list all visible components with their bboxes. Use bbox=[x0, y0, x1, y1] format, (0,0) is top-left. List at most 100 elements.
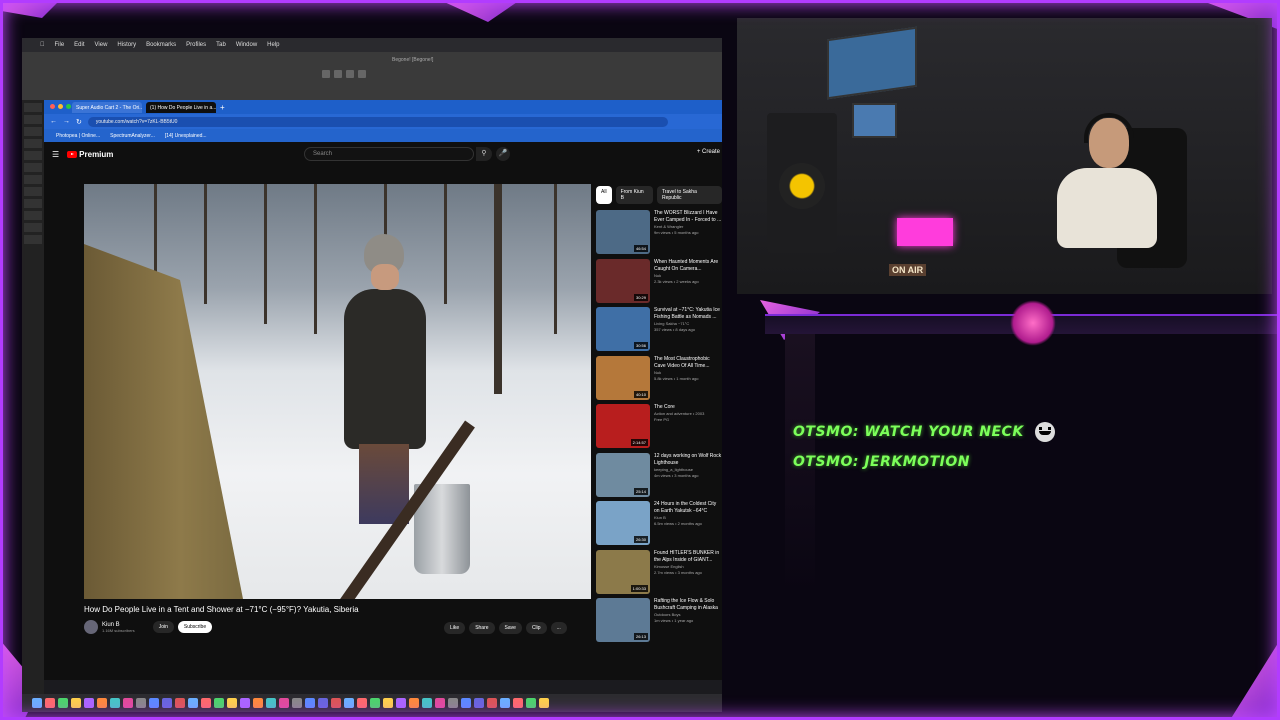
dock-app-icon[interactable] bbox=[305, 698, 315, 708]
recommendation-item[interactable]: 26:30 24 Hours in the Coldest City on Ear… bbox=[596, 501, 722, 549]
browser-tab-active[interactable]: (1) How Do People Live in a... bbox=[146, 101, 216, 113]
join-button[interactable]: Join bbox=[152, 621, 174, 633]
dock-app-icon[interactable] bbox=[539, 698, 549, 708]
dock-app-icon[interactable] bbox=[175, 698, 185, 708]
like-button[interactable]: Like bbox=[444, 622, 466, 634]
menu-bookmarks[interactable]: Bookmarks bbox=[146, 42, 176, 48]
dock-app-icon[interactable] bbox=[370, 698, 380, 708]
dock-app-icon[interactable] bbox=[227, 698, 237, 708]
thumbnail-image[interactable]: 26:13 bbox=[596, 598, 650, 642]
subscribe-button[interactable]: Subscribe bbox=[177, 621, 213, 633]
hamburger-menu-icon[interactable]: ☰ bbox=[52, 150, 59, 159]
recommendation-item[interactable]: 2:14:57 The Core Action and adventure • 20… bbox=[596, 404, 722, 452]
back-icon[interactable]: ← bbox=[50, 118, 57, 125]
search-icon[interactable]: ⚲ bbox=[476, 147, 492, 161]
recommendation-item[interactable]: 25:14 12 days working on Wolf Rock Lighth… bbox=[596, 452, 722, 501]
create-button[interactable]: + Create bbox=[697, 149, 720, 155]
dock-app-icon[interactable] bbox=[344, 698, 354, 708]
recommendation-item[interactable]: 26:13 Rafting the Ice Flow & Solo Bushcra… bbox=[596, 598, 722, 646]
dock-app-icon[interactable] bbox=[214, 698, 224, 708]
menu-view[interactable]: View bbox=[95, 42, 108, 48]
dock-app-icon[interactable] bbox=[318, 698, 328, 708]
dock-app-icon[interactable] bbox=[266, 698, 276, 708]
menu-tab[interactable]: Tab bbox=[216, 42, 226, 48]
thumbnail-image[interactable]: 30:56 bbox=[596, 307, 650, 351]
menu-profiles[interactable]: Profiles bbox=[186, 42, 206, 48]
forward-icon[interactable]: → bbox=[63, 118, 70, 125]
recommendation-item[interactable]: 46:54 The WORST Blizzard I Have Ever Camp… bbox=[596, 210, 722, 258]
dock-app-icon[interactable] bbox=[149, 698, 159, 708]
more-button[interactable]: ... bbox=[550, 622, 567, 634]
url-field[interactable]: youtube.com/watch?v=7zKL-BB5tU0 bbox=[87, 116, 668, 127]
dock-app-icon[interactable] bbox=[448, 698, 458, 708]
play-icon[interactable] bbox=[334, 70, 342, 78]
dock-app-icon[interactable] bbox=[513, 698, 523, 708]
menu-window[interactable]: Window bbox=[236, 42, 257, 48]
dock-app-icon[interactable] bbox=[331, 698, 341, 708]
dock-app-icon[interactable] bbox=[201, 698, 211, 708]
dock-app-icon[interactable] bbox=[253, 698, 263, 708]
dock-app-icon[interactable] bbox=[422, 698, 432, 708]
recommendation-title[interactable]: Found HITLER'S BUNKER in the Alps Inside… bbox=[654, 550, 722, 564]
dock-app-icon[interactable] bbox=[279, 698, 289, 708]
dock-app-icon[interactable] bbox=[357, 698, 367, 708]
thumbnail-image[interactable]: 1:00:33 bbox=[596, 549, 650, 594]
chip-from-channel[interactable]: From Kiun B bbox=[615, 186, 654, 204]
recommendation-title[interactable]: Rafting the Ice Flow & Solo Bushcraft Ca… bbox=[654, 598, 722, 612]
recommendation-title[interactable]: The Most Claustrophobic Cave Video Of Al… bbox=[654, 356, 722, 370]
rewind-icon[interactable] bbox=[322, 70, 330, 78]
dock-app-icon[interactable] bbox=[110, 698, 120, 708]
recommendation-item[interactable]: 40:10 The Most Claustrophobic Cave Video … bbox=[596, 355, 722, 404]
thumbnail-image[interactable]: 46:54 bbox=[596, 210, 650, 254]
recommendation-title[interactable]: When Haunted Moments Are Caught On Camer… bbox=[654, 259, 722, 273]
dock-app-icon[interactable] bbox=[188, 698, 198, 708]
dock-app-icon[interactable] bbox=[461, 698, 471, 708]
dock-app-icon[interactable] bbox=[487, 698, 497, 708]
bookmark-item[interactable]: Photopea | Online... bbox=[56, 133, 100, 139]
share-button[interactable]: Share bbox=[469, 622, 495, 634]
dock-app-icon[interactable] bbox=[136, 698, 146, 708]
dock-app-icon[interactable] bbox=[383, 698, 393, 708]
dock-app-icon[interactable] bbox=[97, 698, 107, 708]
dock-app-icon[interactable] bbox=[526, 698, 536, 708]
microphone-icon[interactable]: 🎤 bbox=[496, 147, 510, 161]
thumbnail-image[interactable]: 2:14:57 bbox=[596, 404, 650, 448]
dock-app-icon[interactable] bbox=[45, 698, 55, 708]
dock-app-icon[interactable] bbox=[162, 698, 172, 708]
recommendation-title[interactable]: The Core bbox=[654, 404, 722, 411]
video-player[interactable] bbox=[84, 184, 591, 599]
dock-app-icon[interactable] bbox=[123, 698, 133, 708]
chip-travel[interactable]: Travel to Sakha Republic bbox=[657, 186, 722, 204]
search-input[interactable]: Search bbox=[304, 147, 474, 161]
dock-app-icon[interactable] bbox=[500, 698, 510, 708]
thumbnail-image[interactable]: 40:10 bbox=[596, 355, 650, 400]
browser-tab[interactable]: Super Audio Cart 2 - The Ori... bbox=[72, 101, 142, 113]
dock-app-icon[interactable] bbox=[84, 698, 94, 708]
dock-app-icon[interactable] bbox=[292, 698, 302, 708]
record-icon[interactable] bbox=[358, 70, 366, 78]
dock-app-icon[interactable] bbox=[58, 698, 68, 708]
close-window-icon[interactable] bbox=[50, 104, 55, 109]
menu-file[interactable]: File bbox=[55, 42, 65, 48]
thumbnail-image[interactable]: 30:29 bbox=[596, 258, 650, 303]
recommendation-item[interactable]: 30:56 Survival at −71°C: Yakutia Ice Fish… bbox=[596, 307, 722, 355]
menu-edit[interactable]: Edit bbox=[74, 42, 84, 48]
recommendation-title[interactable]: Survival at −71°C: Yakutia Ice Fishing B… bbox=[654, 307, 722, 321]
clip-button[interactable]: Clip bbox=[525, 622, 547, 634]
apple-icon[interactable]:  bbox=[40, 42, 45, 48]
stop-icon[interactable] bbox=[346, 70, 354, 78]
dock-app-icon[interactable] bbox=[396, 698, 406, 708]
new-tab-icon[interactable]: + bbox=[220, 103, 225, 112]
chip-all[interactable]: All bbox=[596, 186, 612, 204]
bookmark-item[interactable]: [14] Unexplained... bbox=[165, 133, 207, 139]
thumbnail-image[interactable]: 26:30 bbox=[596, 501, 650, 545]
recommendation-title[interactable]: 12 days working on Wolf Rock Lighthouse bbox=[654, 453, 722, 467]
maximize-window-icon[interactable] bbox=[66, 104, 71, 109]
recommendation-title[interactable]: The WORST Blizzard I Have Ever Camped In… bbox=[654, 210, 722, 224]
recommendation-item[interactable]: 30:29 When Haunted Moments Are Caught On … bbox=[596, 258, 722, 307]
dock-app-icon[interactable] bbox=[474, 698, 484, 708]
dock-app-icon[interactable] bbox=[409, 698, 419, 708]
minimize-window-icon[interactable] bbox=[58, 104, 63, 109]
bookmark-item[interactable]: SpectrumAnalyzer... bbox=[110, 133, 155, 139]
menu-help[interactable]: Help bbox=[267, 42, 279, 48]
